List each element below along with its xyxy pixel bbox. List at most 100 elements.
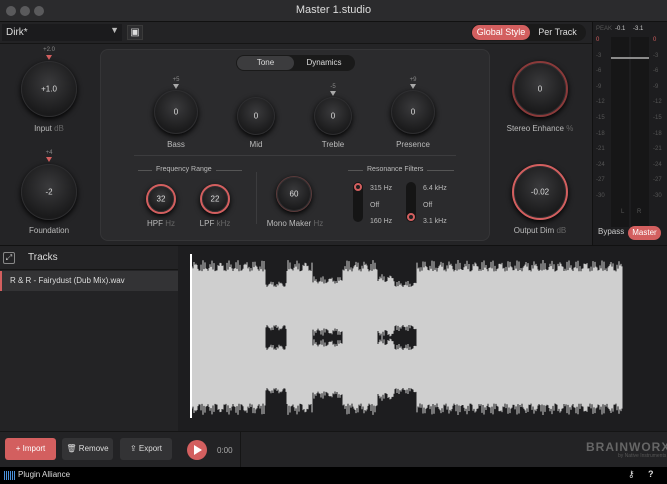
mid-knob[interactable]: 0	[237, 97, 275, 135]
output-dim-value: -0.02	[530, 187, 550, 197]
foundation-top-tick: +4	[45, 150, 53, 156]
trash-icon: 🗑	[66, 444, 77, 453]
play-button[interactable]	[187, 440, 207, 460]
tab-tone[interactable]: Tone	[237, 56, 294, 70]
key-icon[interactable]: ⚷	[628, 469, 635, 480]
presence-knob[interactable]: 0	[391, 90, 435, 134]
peak-right-value: -3.1	[633, 26, 644, 32]
stereo-enhance-knob[interactable]: 0	[512, 61, 568, 117]
window: Master 1.studio Dirk* ▼ ▣ Global Style P…	[0, 0, 667, 484]
foundation-label: Foundation	[28, 226, 70, 235]
waveform-svg[interactable]	[178, 246, 667, 431]
resonance-low-switch[interactable]	[353, 182, 363, 222]
input-knob[interactable]: +1.0	[21, 61, 77, 117]
bass-value: 0	[173, 107, 179, 117]
presence-top-tick: +9	[409, 77, 417, 83]
bypass-button[interactable]: Bypass	[598, 227, 624, 236]
tone-dynamics-tabs: Tone Dynamics	[236, 55, 355, 71]
preset-name: Dirk*	[6, 27, 28, 38]
peak-left-value: -0.1	[615, 26, 626, 32]
meter-left-label: L	[621, 209, 625, 215]
tracks-title: Tracks	[28, 252, 58, 263]
tab-dynamics[interactable]: Dynamics	[294, 56, 354, 70]
stereo-enhance-value: 0	[537, 84, 543, 94]
plugin-alliance-logo-icon	[4, 471, 15, 480]
meter-scale-tick-left: -9	[596, 83, 602, 90]
remove-button[interactable]: 🗑 Remove	[62, 438, 113, 460]
resonance-high-low: 3.1 kHz	[423, 218, 447, 225]
meter-scale-tick-right: -30	[653, 193, 662, 199]
foundation-marker-icon	[46, 157, 52, 162]
meter-scale-tick-left: -3	[596, 52, 602, 59]
bass-top-tick: +5	[172, 77, 180, 83]
preset-dropdown[interactable]: Dirk* ▼	[2, 24, 122, 41]
bottom-divider	[240, 432, 241, 467]
lpf-value: 22	[210, 194, 220, 204]
input-label: Input dB	[34, 124, 64, 133]
treble-knob[interactable]: 0	[314, 97, 352, 135]
frequency-range-title: Frequency Range	[152, 166, 216, 173]
meter-scale-tick-left: -15	[596, 115, 605, 121]
resonance-title: Resonance Filters	[363, 166, 428, 173]
meter-scale-tick-right: -3	[653, 52, 659, 59]
resonance-high-switch[interactable]	[406, 182, 416, 222]
meter-scale-tick-left: -21	[596, 146, 605, 153]
level-meter: PEAK -0.1 -3.1 0 0 -3 -3 -6 -6 -9 -9 -12 -12 -15 -1…	[592, 22, 667, 245]
mono-maker-value: 60	[289, 189, 299, 199]
resonance-low-high: 315 Hz	[370, 185, 393, 192]
track-item[interactable]: R & R - Fairydust (Dub Mix).wav	[0, 271, 178, 291]
resonance-high-handle[interactable]	[407, 213, 415, 221]
output-dim-knob[interactable]: -0.02	[512, 164, 568, 220]
meter-scale-tick-right: -9	[653, 83, 659, 90]
resonance-low-handle[interactable]	[354, 183, 362, 191]
section-divider	[256, 172, 257, 224]
meter-scale-tick-right: -24	[653, 161, 662, 168]
bass-marker-icon	[173, 84, 179, 89]
foundation-value: -2	[45, 187, 53, 197]
meter-right-label: R	[637, 209, 642, 215]
master-button[interactable]: Master	[628, 226, 661, 240]
meter-scale-tick-left: -12	[596, 99, 605, 106]
expand-icon[interactable]: ⤢	[3, 252, 15, 264]
lpf-knob[interactable]: 22	[200, 184, 230, 214]
status-bar: Plugin Alliance ⚷ ?	[0, 467, 667, 484]
tracks-header: ⤢ Tracks	[0, 246, 178, 270]
chevron-down-icon: ▼	[110, 25, 119, 35]
brand-logo: BRAINWORX	[586, 440, 667, 454]
hpf-value: 32	[156, 194, 166, 204]
meter-scale-tick-right: -15	[653, 115, 662, 121]
global-style-button[interactable]: Global Style	[472, 25, 530, 40]
input-marker-icon	[46, 55, 52, 60]
input-top-tick: +2.0	[43, 47, 55, 53]
import-button[interactable]: + Import	[5, 438, 56, 460]
window-title: Master 1.studio	[295, 4, 372, 16]
lpf-label: LPF kHz	[199, 219, 231, 228]
meter-scale-tick-right: -6	[653, 68, 659, 75]
export-icon: ⇪	[129, 444, 137, 453]
brand-subtitle: by Native Instruments	[618, 453, 667, 459]
style-toggle: Global Style Per Track	[471, 24, 586, 41]
save-preset-button[interactable]: ▣	[127, 25, 143, 40]
time-display: 0:00	[217, 446, 233, 455]
per-track-button[interactable]: Per Track	[530, 25, 585, 40]
hpf-label: HPF Hz	[146, 219, 175, 228]
mono-maker-knob[interactable]: 60	[276, 176, 312, 212]
foundation-knob[interactable]: -2	[21, 164, 77, 220]
bass-knob[interactable]: 0	[154, 90, 198, 134]
save-icon: ▣	[130, 27, 140, 38]
mono-maker-label: Mono Maker Hz	[266, 219, 324, 228]
meter-scale-tick-left: -18	[596, 130, 605, 137]
export-button[interactable]: ⇪ Export	[120, 438, 172, 460]
hpf-knob[interactable]: 32	[146, 184, 176, 214]
title-bar: Master 1.studio	[0, 0, 667, 22]
presence-label: Presence	[396, 140, 430, 149]
waveform	[191, 260, 623, 415]
stereo-enhance-label: Stereo Enhance %	[506, 124, 574, 133]
input-value: +1.0	[41, 84, 57, 94]
meter-scale-tick-right: -21	[653, 146, 662, 153]
treble-value: 0	[330, 111, 336, 121]
preset-bar: Dirk* ▼ ▣ Global Style Per Track	[0, 22, 667, 44]
presence-value: 0	[410, 107, 416, 117]
resonance-low-off: Off	[370, 202, 380, 209]
help-button[interactable]: ?	[648, 469, 654, 479]
